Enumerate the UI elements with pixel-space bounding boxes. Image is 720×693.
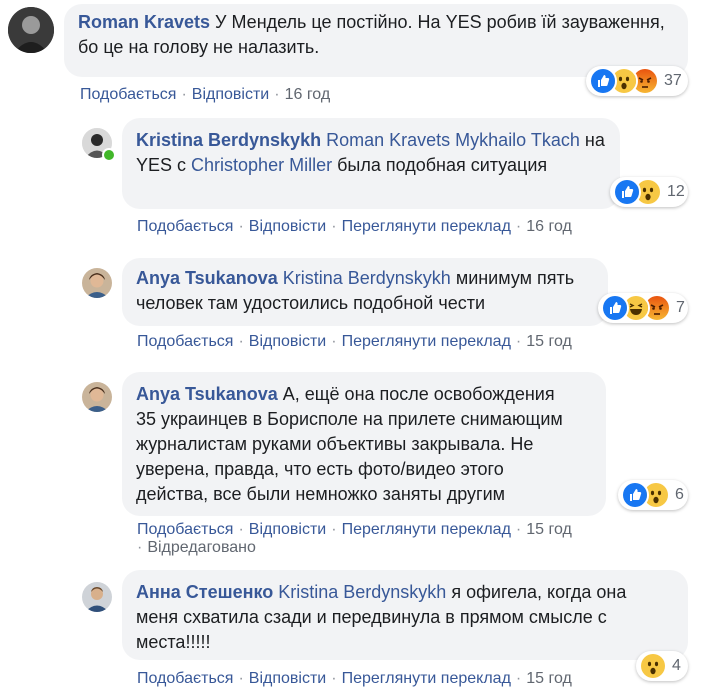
comment-time[interactable]: 16 год xyxy=(526,218,572,235)
avatar[interactable] xyxy=(82,382,112,412)
comment-author[interactable]: Anya Tsukanova xyxy=(136,384,278,404)
comment-actions: Подобається · Відповісти · Переглянути перек… xyxy=(137,670,572,687)
comment-actions: Подобається · Відповісти · 16 год xyxy=(80,86,331,103)
like-icon xyxy=(621,481,649,509)
comment-author[interactable]: Kristina Berdynskykh xyxy=(136,130,321,150)
like-icon xyxy=(601,294,629,322)
mention-link[interactable]: Christopher Miller xyxy=(191,155,332,175)
reaction-count: 7 xyxy=(676,299,685,316)
reactions-summary[interactable]: 37 xyxy=(586,66,688,96)
reply-link[interactable]: Відповісти xyxy=(192,86,269,103)
comment-time[interactable]: 15 год xyxy=(526,670,572,687)
reply-link[interactable]: Відповісти xyxy=(249,218,326,235)
avatar[interactable] xyxy=(8,7,54,53)
reply-link[interactable]: Відповісти xyxy=(249,333,326,350)
reactions-summary[interactable]: 6 xyxy=(618,480,688,510)
edited-text: Відредаговано xyxy=(147,539,256,556)
mention-link[interactable]: Roman Kravets xyxy=(326,130,450,150)
like-icon xyxy=(589,67,617,95)
like-link[interactable]: Подобається xyxy=(80,86,176,103)
mention-link[interactable]: Kristina Berdynskykh xyxy=(283,268,451,288)
comment-bubble: Анна Стешенко Kristina Berdynskykh я офи… xyxy=(122,570,688,660)
comment-time[interactable]: 15 год xyxy=(526,521,572,538)
comment-bubble: Anya Tsukanova А, ещё она после освобожд… xyxy=(122,372,606,516)
like-link[interactable]: Подобається xyxy=(137,333,233,350)
like-link[interactable]: Подобається xyxy=(137,218,233,235)
avatar[interactable] xyxy=(82,268,112,298)
comment-actions: Подобається · Відповісти · Переглянути перек… xyxy=(137,218,572,235)
reaction-count: 6 xyxy=(675,486,684,503)
comment-author[interactable]: Анна Стешенко xyxy=(136,582,273,602)
reply-link[interactable]: Відповісти xyxy=(249,521,326,538)
like-link[interactable]: Подобається xyxy=(137,670,233,687)
comment-actions: Подобається · Відповісти · Переглянути перек… xyxy=(137,521,572,538)
wow-icon xyxy=(639,652,667,680)
reply-link[interactable]: Відповісти xyxy=(249,670,326,687)
comment-author[interactable]: Roman Kravets xyxy=(78,12,210,32)
reaction-count: 4 xyxy=(672,657,681,674)
see-translation-link[interactable]: Переглянути переклад xyxy=(342,333,511,350)
comment-bubble: Roman Kravets У Мендель це постійно. На … xyxy=(64,4,688,77)
comment-bubble: Anya Tsukanova Kristina Berdynskykh мини… xyxy=(122,258,608,326)
comment-text: была подобная ситуация xyxy=(332,155,548,175)
reactions-summary[interactable]: 7 xyxy=(598,293,688,323)
edited-label[interactable]: · Відредаговано xyxy=(137,539,256,557)
mention-link[interactable]: Kristina Berdynskykh xyxy=(278,582,446,602)
comment-actions: Подобається · Відповісти · Переглянути перек… xyxy=(137,333,572,350)
reactions-summary[interactable]: 4 xyxy=(636,651,688,681)
see-translation-link[interactable]: Переглянути переклад xyxy=(342,670,511,687)
mention-link[interactable]: Mykhailo Tkach xyxy=(455,130,580,150)
see-translation-link[interactable]: Переглянути переклад xyxy=(342,521,511,538)
reactions-summary[interactable]: 12 xyxy=(610,177,688,207)
reaction-count: 12 xyxy=(667,183,685,200)
comment-time[interactable]: 16 год xyxy=(285,86,331,103)
avatar[interactable] xyxy=(82,582,112,612)
comment-bubble: Kristina Berdynskykh Roman Kravets Mykha… xyxy=(122,118,620,209)
like-icon xyxy=(613,178,641,206)
see-translation-link[interactable]: Переглянути переклад xyxy=(342,218,511,235)
comment-time[interactable]: 15 год xyxy=(526,333,572,350)
comment-author[interactable]: Anya Tsukanova xyxy=(136,268,278,288)
online-indicator xyxy=(102,148,116,162)
reaction-count: 37 xyxy=(664,72,682,89)
like-link[interactable]: Подобається xyxy=(137,521,233,538)
